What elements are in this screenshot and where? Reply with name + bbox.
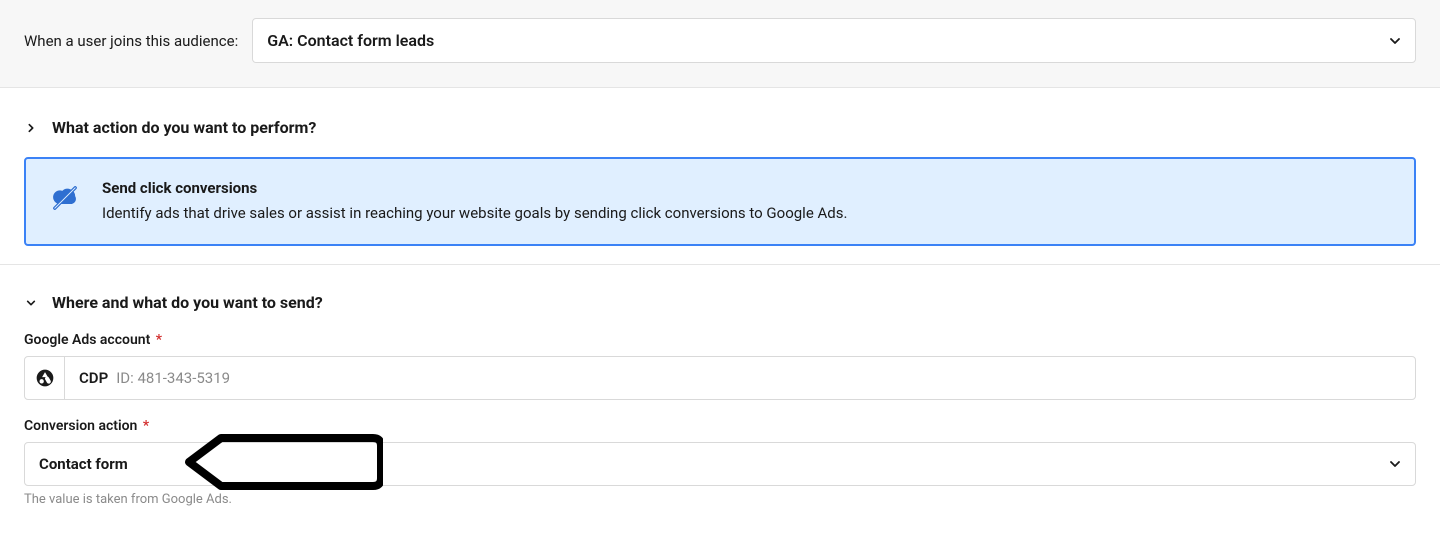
selected-action-text: Send click conversions Identify ads that… <box>102 179 847 224</box>
send-section-header[interactable]: Where and what do you want to send? <box>24 293 1416 312</box>
google-ads-account-label: Google Ads account * <box>24 332 1416 348</box>
send-section-title: Where and what do you want to send? <box>52 293 323 312</box>
conversion-action-helper: The value is taken from Google Ads. <box>24 492 1416 507</box>
audience-trigger-row: When a user joins this audience: GA: Con… <box>0 0 1440 88</box>
google-ads-account-id: ID: 481-343-5319 <box>116 369 230 387</box>
required-mark: * <box>143 418 149 434</box>
selected-action-description: Identify ads that drive sales or assist … <box>102 203 847 224</box>
audience-select-value: GA: Contact form leads <box>267 31 434 50</box>
main-content: What action do you want to perform? Send… <box>0 88 1440 517</box>
chevron-down-icon <box>1389 35 1401 47</box>
conversion-action-select[interactable]: Contact form <box>24 442 1416 486</box>
selected-action-title: Send click conversions <box>102 179 847 197</box>
annotation-arrow-icon <box>183 434 383 494</box>
action-section-title: What action do you want to perform? <box>52 118 316 137</box>
google-ads-account-field: Google Ads account * CDP ID: 481-343-531… <box>24 332 1416 400</box>
google-ads-account-name: CDP <box>79 369 108 387</box>
google-ads-logo-icon <box>25 357 65 399</box>
chevron-down-icon <box>24 296 38 310</box>
selected-action-card[interactable]: Send click conversions Identify ads that… <box>24 157 1416 246</box>
conversion-action-value: Contact form <box>39 455 128 473</box>
conversion-action-label: Conversion action * <box>24 418 1416 434</box>
google-ads-account-select[interactable]: CDP ID: 481-343-5319 <box>24 356 1416 400</box>
required-mark: * <box>156 332 162 348</box>
action-section-header[interactable]: What action do you want to perform? <box>24 118 1416 137</box>
audience-trigger-label: When a user joins this audience: <box>24 32 238 50</box>
audience-select[interactable]: GA: Contact form leads <box>252 18 1416 63</box>
chevron-down-icon <box>1389 458 1401 470</box>
chevron-right-icon <box>24 121 38 135</box>
cloud-slash-icon <box>48 181 82 215</box>
section-divider <box>0 264 1440 265</box>
conversion-action-field: Conversion action * Contact form The val… <box>24 418 1416 507</box>
